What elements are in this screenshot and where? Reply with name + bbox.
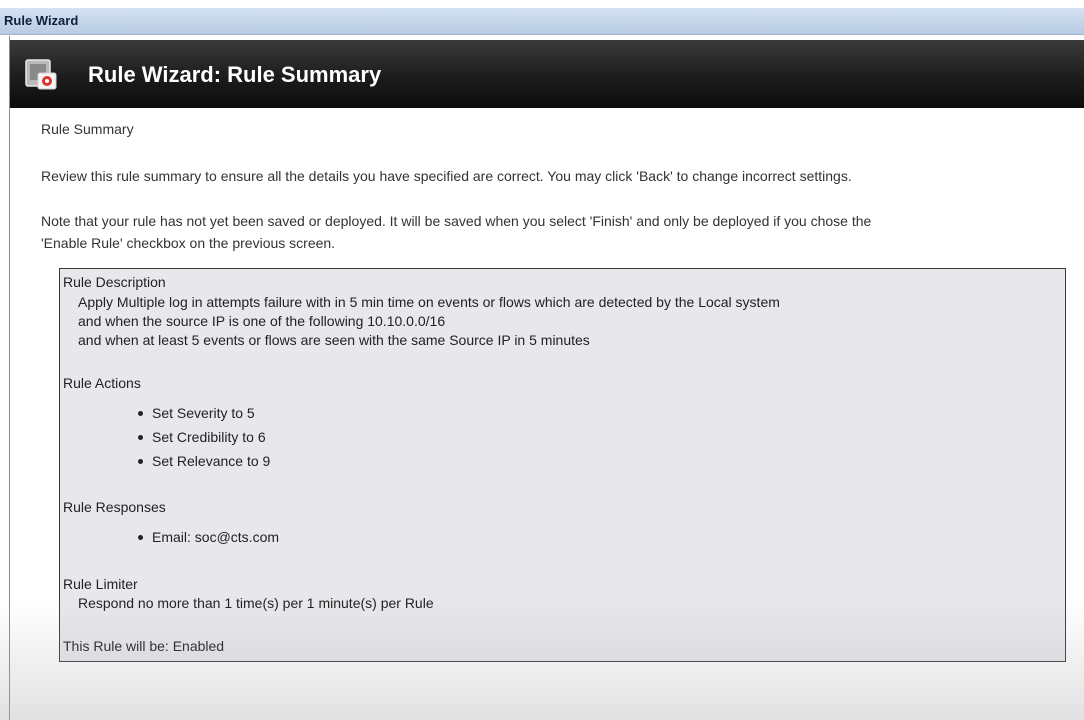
window-title: Rule Wizard	[4, 13, 79, 28]
rule-wizard-icon	[25, 59, 57, 90]
rule-action-item: Set Credibility to 6	[60, 425, 270, 449]
rule-action-item: Set Relevance to 9	[60, 449, 270, 473]
note-line-1: Note that your rule has not yet been sav…	[41, 213, 872, 229]
rule-summary-heading: Rule Summary	[41, 121, 134, 137]
review-instructions: Review this rule summary to ensure all t…	[41, 168, 852, 184]
rule-action-item: Set Severity to 5	[60, 401, 270, 425]
rule-description-line: and when the source IP is one of the fol…	[78, 313, 446, 329]
page-title: Rule Wizard: Rule Summary	[88, 62, 382, 87]
rule-description-line: Apply Multiple log in attempts failure w…	[78, 294, 780, 310]
rule-description-label: Rule Description	[63, 274, 166, 290]
rule-description-line: and when at least 5 events or flows are …	[78, 332, 590, 348]
rule-responses-list: Email: soc@cts.com	[60, 525, 279, 549]
rule-actions-label: Rule Actions	[63, 375, 141, 391]
rule-limiter-text: Respond no more than 1 time(s) per 1 min…	[78, 595, 434, 611]
window-titlebar: Rule Wizard	[0, 8, 1084, 35]
rule-status-text: This Rule will be: Enabled	[63, 638, 225, 654]
wizard-header: Rule Wizard: Rule Summary	[10, 40, 1084, 108]
rule-responses-label: Rule Responses	[63, 499, 166, 515]
rule-limiter-label: Rule Limiter	[63, 576, 138, 592]
rule-summary-panel: Rule Description Apply Multiple log in a…	[59, 268, 1066, 662]
note-line-2: 'Enable Rule' checkbox on the previous s…	[41, 235, 336, 251]
rule-response-item: Email: soc@cts.com	[60, 525, 279, 549]
rule-actions-list: Set Severity to 5 Set Credibility to 6 S…	[60, 401, 270, 473]
